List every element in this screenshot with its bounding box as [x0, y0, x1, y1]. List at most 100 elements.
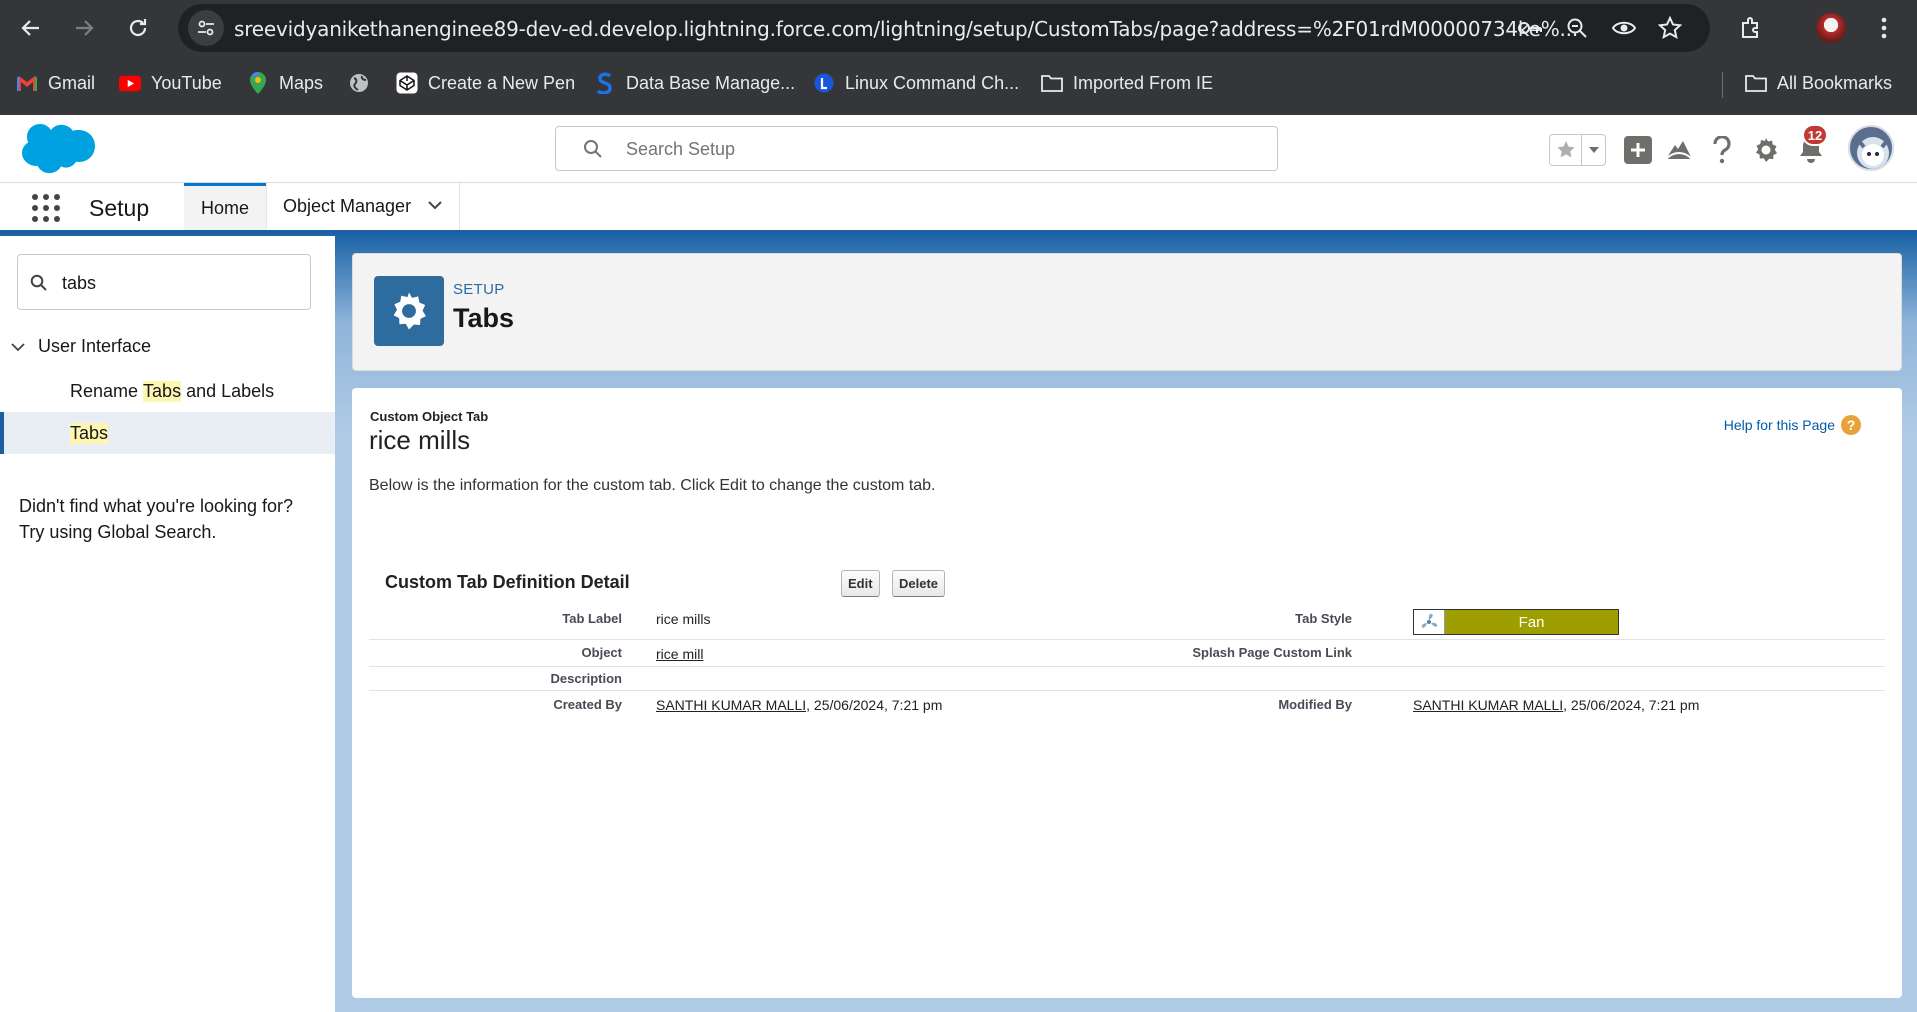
field-label-created-by: Created By: [553, 697, 622, 712]
tab-style-swatch: Fan: [1413, 609, 1619, 635]
chevron-down-icon: [11, 342, 25, 351]
app-name: Setup: [89, 195, 150, 221]
bookmark-youtube[interactable]: YouTube: [119, 68, 222, 98]
field-value-tab-label: rice mills: [656, 611, 711, 627]
gmail-icon: [16, 72, 38, 94]
bookmark-label: Create a New Pen: [428, 72, 576, 93]
page-description: Below is the information for the custom …: [369, 477, 936, 494]
help-link-text: Help for this Page: [1723, 417, 1835, 433]
url-text[interactable]: sreevidyanikethanenginee89-dev-ed.develo…: [234, 17, 1578, 41]
search-highlight: Tabs: [70, 422, 109, 444]
tab-home[interactable]: Home: [184, 183, 266, 230]
eye-icon[interactable]: [1610, 14, 1638, 42]
field-label-description: Description: [550, 671, 622, 686]
all-bookmarks-folder[interactable]: All Bookmarks: [1745, 68, 1892, 98]
maps-icon: [247, 72, 269, 94]
bookmark-database[interactable]: Data Base Manage...: [594, 68, 795, 98]
setup-gear-icon: [374, 276, 444, 346]
bookmark-l-icon: [813, 72, 835, 94]
bookmark-label: Linux Command Ch...: [845, 72, 1020, 93]
bookmark-label: Gmail: [48, 72, 96, 93]
created-by-user-link[interactable]: SANTHI KUMAR MALLI: [656, 697, 806, 713]
search-highlight: Tabs: [143, 380, 182, 402]
quick-find-input[interactable]: [62, 271, 292, 295]
trailhead-button[interactable]: [1663, 134, 1695, 166]
salesforce-logo[interactable]: [18, 122, 98, 183]
bookmark-linux[interactable]: Linux Command Ch...: [813, 68, 1019, 98]
bookmark-maps[interactable]: Maps: [247, 68, 323, 98]
sidebar-item-tabs[interactable]: Tabs: [0, 412, 335, 454]
notification-count-badge: 12: [1802, 124, 1828, 146]
youtube-icon: [119, 72, 141, 94]
forward-arrow-icon: [76, 20, 94, 36]
field-label-tab-label: Tab Label: [562, 611, 622, 626]
created-by-date: , 25/06/2024, 7:21 pm: [806, 697, 943, 713]
help-for-this-page-link[interactable]: Help for this Page ?: [1724, 415, 1861, 435]
sidebar-item-text: and Labels: [181, 380, 275, 401]
context-bar: Setup Home Object Manager: [0, 183, 1917, 233]
user-avatar[interactable]: [1848, 125, 1894, 171]
site-info-button[interactable]: [188, 10, 224, 46]
bookmark-globe[interactable]: [348, 68, 370, 98]
gear-icon: [1756, 138, 1777, 162]
delete-button[interactable]: Delete: [892, 570, 946, 597]
search-icon: [30, 274, 47, 291]
search-icon: [584, 140, 602, 158]
bookmark-star-icon[interactable]: [1656, 14, 1684, 42]
caret-down-icon: [1588, 147, 1599, 153]
menu-kebab-icon[interactable]: [1866, 10, 1902, 46]
tree-group-label: User Interface: [38, 336, 152, 356]
question-mark-icon: [1713, 136, 1731, 164]
star-icon: [1556, 141, 1575, 158]
setup-gear-button[interactable]: [1750, 134, 1782, 166]
favorites-dropdown-button[interactable]: [1582, 135, 1605, 165]
modified-by-date: , 25/06/2024, 7:21 pm: [1563, 697, 1700, 713]
sidebar-item-rename-tabs[interactable]: Rename Tabs and Labels: [0, 370, 335, 412]
bookmark-imported-folder[interactable]: Imported From IE: [1041, 68, 1213, 98]
password-key-icon[interactable]: [1516, 14, 1544, 42]
field-value-modified-by: SANTHI KUMAR MALLI, 25/06/2024, 7:21 pm: [1413, 697, 1699, 713]
address-bar[interactable]: sreevidyanikethanenginee89-dev-ed.develo…: [178, 4, 1710, 52]
forward-button[interactable]: [66, 10, 102, 46]
not-found-hint: Didn't find what you're looking for? Try…: [19, 496, 294, 542]
bookmark-s-icon: [594, 72, 616, 94]
profile-avatar[interactable]: [1813, 10, 1849, 46]
chevron-down-icon[interactable]: [427, 197, 443, 213]
field-value-created-by: SANTHI KUMAR MALLI, 25/06/2024, 7:21 pm: [656, 697, 942, 713]
object-link[interactable]: rice mill: [656, 646, 703, 662]
extensions-icon[interactable]: [1733, 10, 1769, 46]
quick-find-box[interactable]: [17, 254, 311, 310]
tab-object-manager[interactable]: Object Manager: [266, 183, 460, 230]
app-launcher-button[interactable]: [30, 192, 62, 224]
profile-picture: [1816, 13, 1846, 43]
tab-object-manager-label: Object Manager: [283, 196, 412, 216]
bookmark-label: All Bookmarks: [1777, 72, 1893, 93]
tree-group-user-interface[interactable]: User Interface: [10, 336, 151, 357]
setup-page-header: SETUP Tabs: [352, 253, 1902, 371]
section-title: Custom Tab Definition Detail: [385, 572, 630, 592]
bookmarks-divider: [1722, 72, 1723, 98]
setup-search-box[interactable]: [555, 126, 1278, 171]
favorites-star-button[interactable]: [1550, 135, 1582, 165]
setup-search-input[interactable]: [626, 136, 1226, 162]
bookmark-label: YouTube: [151, 72, 222, 93]
bookmark-gmail[interactable]: Gmail: [16, 68, 95, 98]
zoom-icon[interactable]: [1563, 14, 1591, 42]
globe-icon: [348, 72, 370, 94]
bookmark-codepen[interactable]: Create a New Pen: [396, 68, 575, 98]
field-label-splash-page: Splash Page Custom Link: [1192, 645, 1352, 660]
bookmarks-bar: Gmail YouTube Maps Create a New Pen Data…: [0, 62, 1917, 104]
bookmark-label: Maps: [279, 72, 324, 93]
field-label-modified-by: Modified By: [1278, 697, 1352, 712]
tune-icon: [198, 20, 214, 36]
favorites-button-group: [1549, 134, 1606, 166]
global-actions-button[interactable]: [1622, 134, 1654, 166]
trailhead-icon: [1665, 141, 1693, 160]
edit-button[interactable]: Edit: [841, 570, 880, 597]
page-title: Tabs: [453, 303, 515, 333]
modified-by-user-link[interactable]: SANTHI KUMAR MALLI: [1413, 697, 1563, 713]
astro-avatar-icon: [1857, 137, 1889, 169]
help-button[interactable]: [1706, 134, 1738, 166]
back-button[interactable]: [13, 10, 49, 46]
reload-button[interactable]: [120, 10, 156, 46]
